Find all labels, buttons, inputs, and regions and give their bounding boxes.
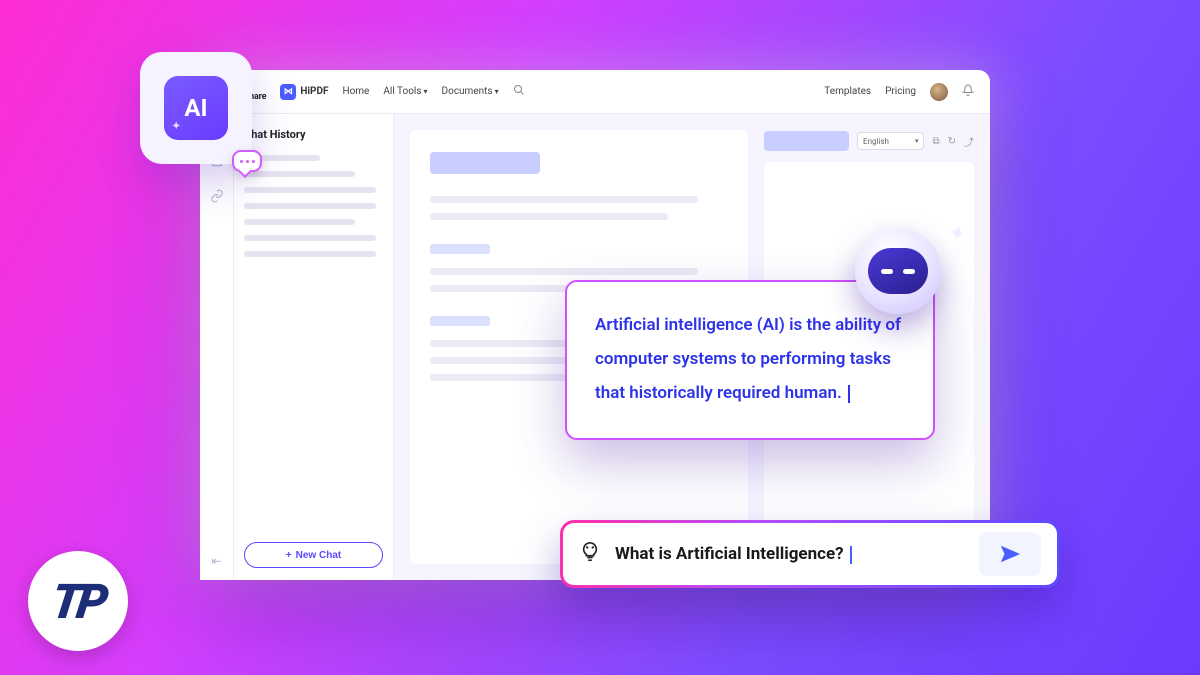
prompt-input[interactable]: What is Artificial Intelligence? xyxy=(615,544,965,564)
lightbulb-icon xyxy=(579,541,601,568)
ai-toolbar: English ▾ ⧉ ↻ ⤴ xyxy=(764,130,974,152)
link-icon[interactable] xyxy=(210,189,224,206)
share-icon[interactable]: ⤴ xyxy=(964,134,974,149)
robot-eye xyxy=(881,269,893,274)
chevron-down-icon: ▾ xyxy=(915,137,919,145)
history-item[interactable] xyxy=(244,187,376,193)
doc-line xyxy=(430,196,698,203)
plus-icon: + xyxy=(286,550,292,561)
send-button[interactable] xyxy=(979,532,1041,576)
text-cursor xyxy=(850,546,852,564)
new-chat-label: New Chat xyxy=(296,550,342,561)
search-icon[interactable] xyxy=(513,84,525,99)
prompt-text: What is Artificial Intelligence? xyxy=(615,544,844,564)
prompt-bar: What is Artificial Intelligence? xyxy=(560,520,1060,588)
sparkle-icon: ✦ xyxy=(172,121,180,132)
doc-subhead xyxy=(430,316,490,326)
tp-logo-text: TP xyxy=(48,573,108,630)
language-select[interactable]: English ▾ xyxy=(857,132,924,150)
chevron-down-icon: ▾ xyxy=(424,87,428,96)
nav-all-tools[interactable]: All Tools▾ xyxy=(383,86,427,97)
top-nav: w wondershare ⋈ HiPDF Home All Tools▾ Do… xyxy=(200,70,990,114)
copy-icon[interactable]: ⧉ xyxy=(932,136,939,147)
speech-bubble-icon xyxy=(232,150,262,172)
language-label: English xyxy=(863,137,889,146)
chat-history-panel: Chat History + New Chat xyxy=(234,114,394,580)
nav-documents-label: Documents xyxy=(442,86,493,97)
prompt-inner: What is Artificial Intelligence? xyxy=(563,523,1057,585)
mini-sidebar: ⇤ xyxy=(200,114,234,580)
doc-title-placeholder xyxy=(430,152,540,174)
text-cursor xyxy=(848,385,850,403)
history-item[interactable] xyxy=(244,235,376,241)
nav-templates[interactable]: Templates xyxy=(824,86,871,97)
doc-line xyxy=(430,213,668,220)
robot-avatar xyxy=(855,228,941,314)
ai-badge-tile: AI ✦ xyxy=(164,76,228,140)
history-item[interactable] xyxy=(244,219,355,225)
brand-hipdf[interactable]: ⋈ HiPDF xyxy=(280,84,328,100)
bell-icon[interactable] xyxy=(962,84,974,99)
tp-logo: TP xyxy=(28,551,128,651)
refresh-icon[interactable]: ↻ xyxy=(948,136,956,147)
chevron-down-icon: ▾ xyxy=(495,87,499,96)
ai-badge: AI ✦ xyxy=(140,52,252,164)
ai-response-text: Artificial intelligence (AI) is the abil… xyxy=(595,315,901,403)
nav-pricing[interactable]: Pricing xyxy=(885,86,916,97)
history-item[interactable] xyxy=(244,203,376,209)
nav-home[interactable]: Home xyxy=(342,86,369,97)
chat-history-title: Chat History xyxy=(244,128,383,141)
history-item[interactable] xyxy=(244,251,376,257)
hipdf-label: HiPDF xyxy=(300,86,328,97)
nav-documents[interactable]: Documents▾ xyxy=(442,86,499,97)
new-chat-button[interactable]: + New Chat xyxy=(244,542,383,568)
hipdf-logo-icon: ⋈ xyxy=(280,84,296,100)
history-item[interactable] xyxy=(244,171,355,177)
doc-subhead xyxy=(430,244,490,254)
sparkle-icon: ✦ xyxy=(930,260,938,271)
nav-all-tools-label: All Tools xyxy=(383,86,421,97)
robot-face xyxy=(868,248,928,294)
ai-tab-pill[interactable] xyxy=(764,131,849,151)
ai-badge-label: AI xyxy=(184,94,207,122)
doc-line xyxy=(430,268,698,275)
collapse-icon[interactable]: ⇤ xyxy=(200,554,233,568)
avatar[interactable] xyxy=(930,83,948,101)
robot-eye xyxy=(903,269,915,274)
